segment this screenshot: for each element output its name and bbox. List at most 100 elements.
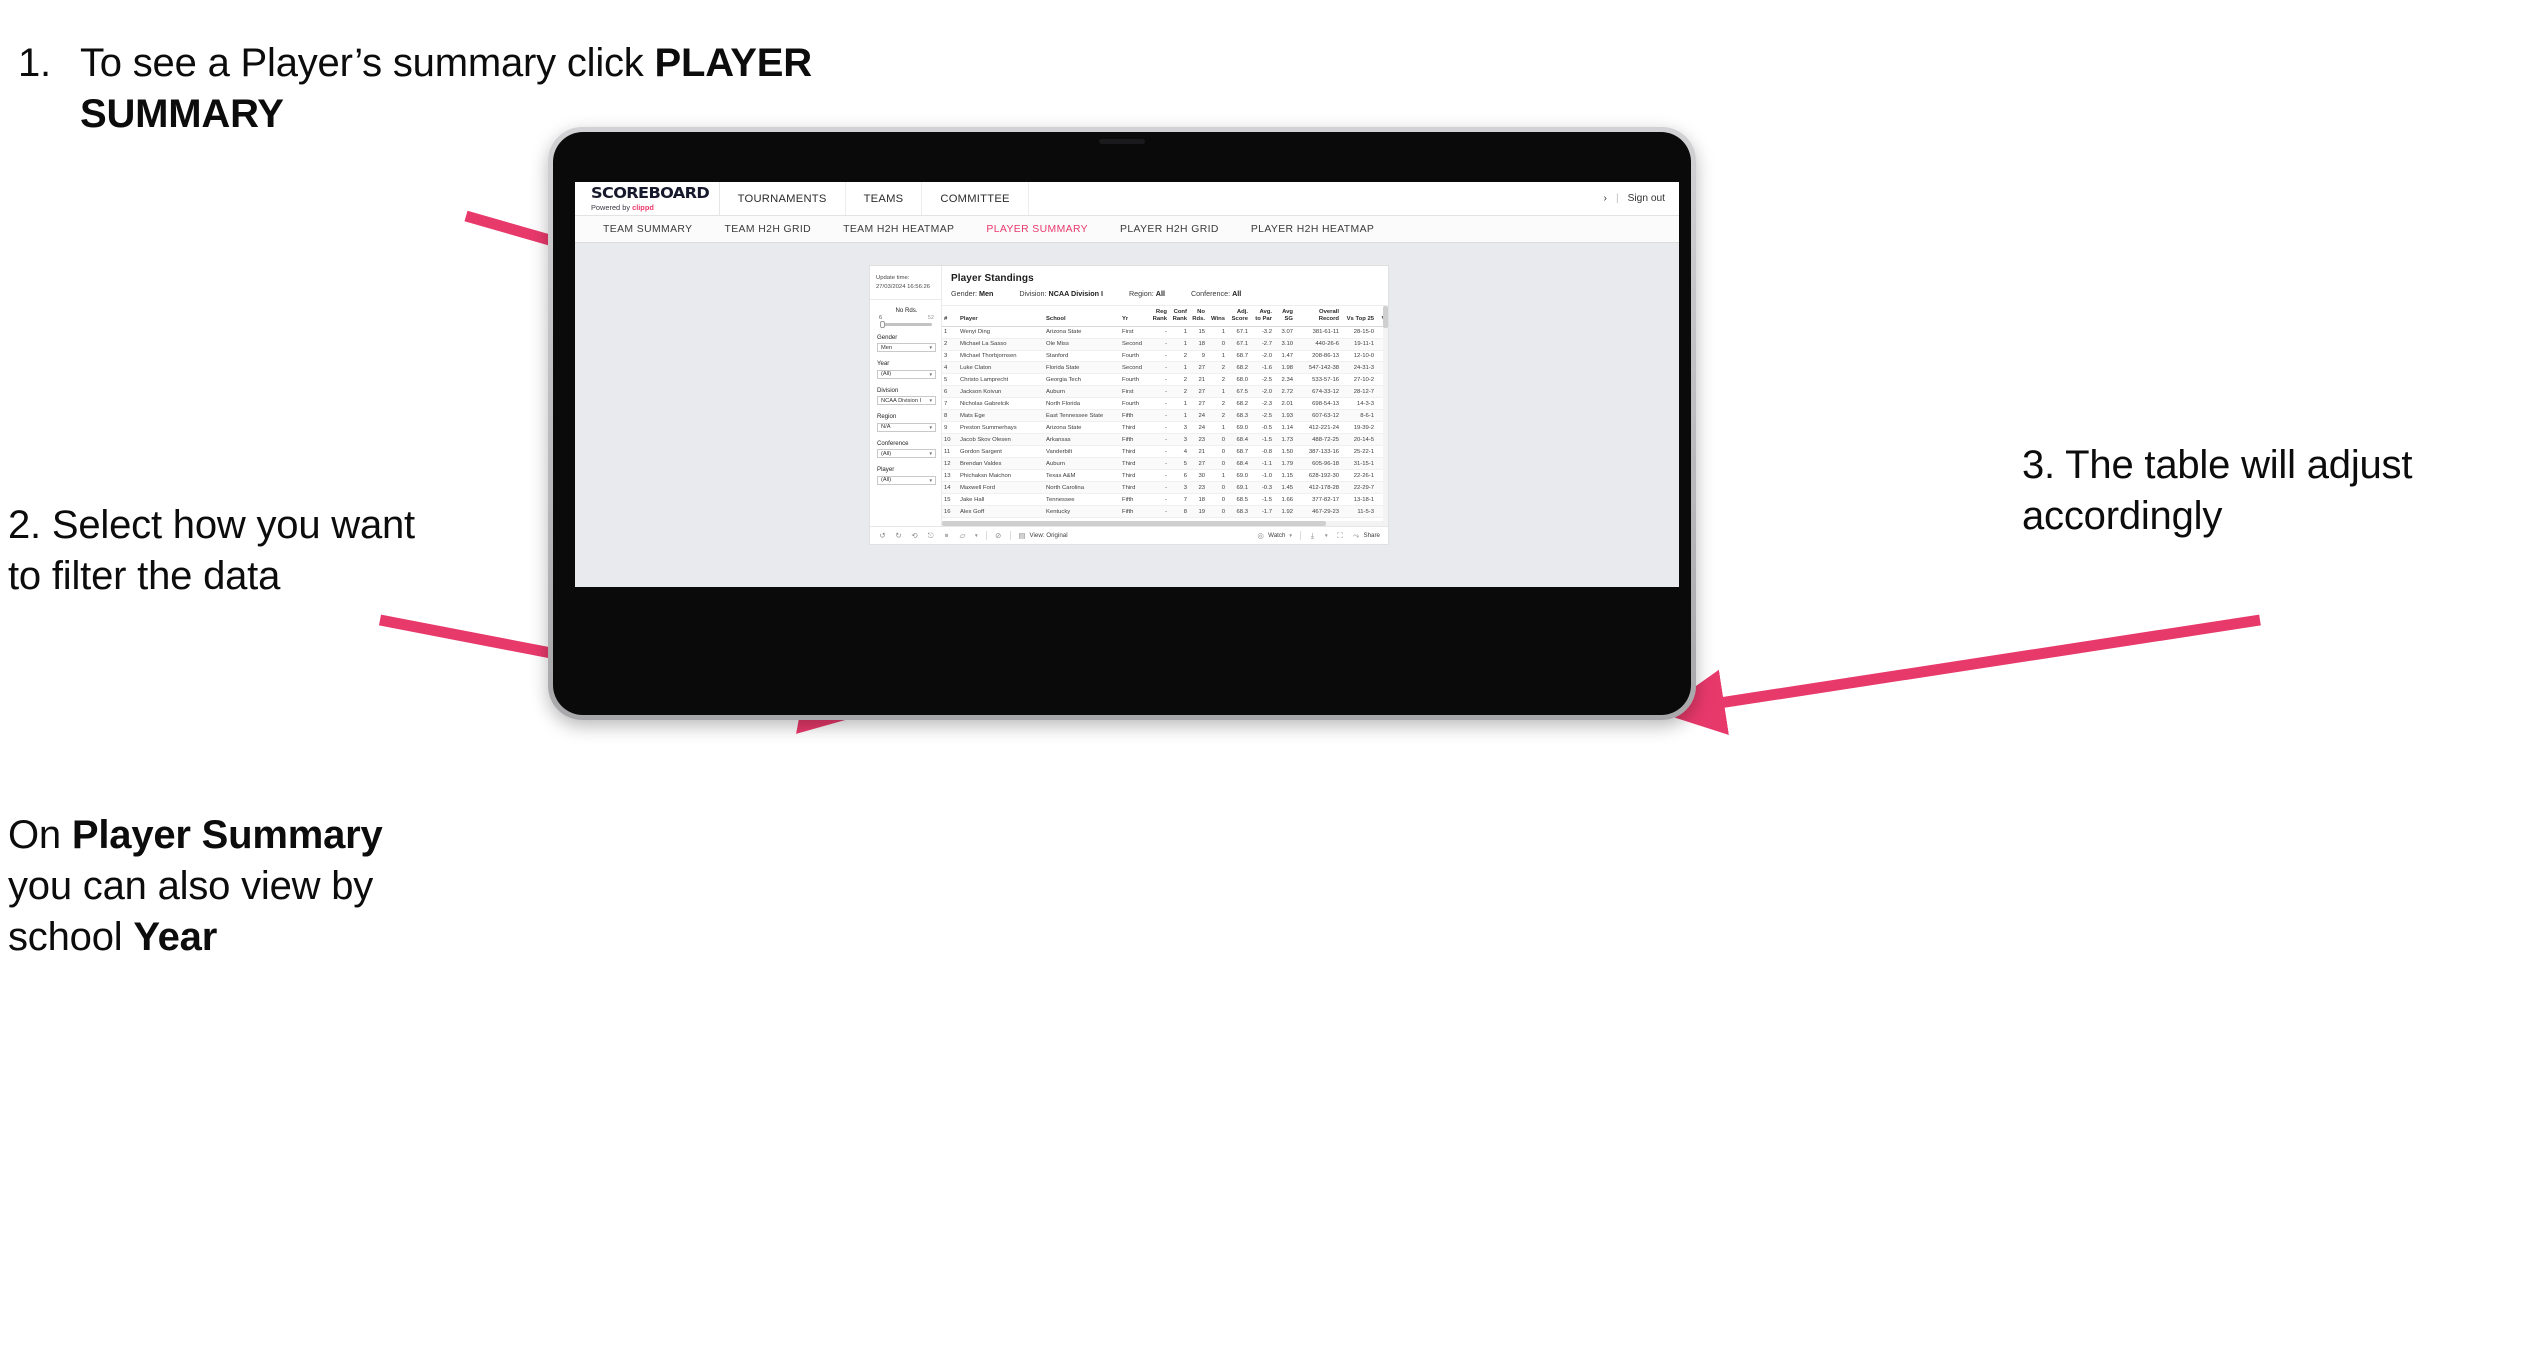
filter-player-select[interactable]: (All) ▼ (877, 475, 936, 485)
column-header-adj-score[interactable]: Adj. Score (1227, 306, 1250, 327)
column-header-yr[interactable]: Yr (1120, 306, 1150, 327)
table-row[interactable]: 11 Gordon Sargent Vanderbilt Third -4 21 0 68.7… (942, 445, 1388, 459)
cell-conf-rank: 1 (1169, 326, 1189, 339)
vertical-scrollbar-thumb[interactable] (1383, 306, 1388, 328)
cell-conf-rank: 4 (1169, 445, 1189, 459)
cell-conf-rank: 3 (1169, 421, 1189, 435)
cell-vs-top-25: 24-31-3 (1341, 361, 1376, 375)
user-menu-truncated[interactable]: › (1604, 193, 1607, 204)
cell-player: Jackson Koivun (958, 385, 1044, 399)
column-header-school[interactable]: School (1044, 306, 1120, 327)
filter-gender-select[interactable]: Men ▼ (877, 343, 936, 353)
table-row[interactable]: 12 Brendan Valdes Auburn Third -5 27 0 68.4 -1.1… (942, 457, 1388, 471)
filter-region: Region N/A ▼ (877, 413, 936, 432)
filter-gender-value: Men (881, 344, 893, 351)
column-header-overall-record[interactable]: Overall Record (1295, 306, 1341, 327)
watch-button[interactable]: ◎ Watch ▼ (1256, 531, 1293, 540)
column-header-no-rds[interactable]: No Rds. (1189, 306, 1207, 327)
subnav-item-team-h2h-heatmap[interactable]: TEAM H2H HEATMAP (827, 224, 970, 235)
table-row[interactable]: 13 Phichaksn Maichon Texas A&M Third -6 30 1 69… (942, 469, 1388, 483)
cell-vs-top-25: 25-22-1 (1341, 445, 1376, 459)
table-row[interactable]: 6 Jackson Koivun Auburn First -2 27 1 67.5 -2.0 2… (942, 385, 1388, 399)
table-row[interactable]: 8 Mats Ege East Tennessee State Fifth -1 24 2 6… (942, 409, 1388, 423)
callout-step-1: 1. To see a Player’s summary click PLAYE… (18, 38, 818, 140)
reset-icon[interactable]: ⊘ (994, 531, 1003, 540)
cell-conf-rank: 7 (1169, 493, 1189, 507)
table-row[interactable]: 2 Michael La Sasso Ole Miss Second -1 18 0 67.1… (942, 338, 1388, 351)
topnav-item-committee[interactable]: COMMITTEE (922, 182, 1029, 215)
horizontal-scrollbar[interactable] (942, 521, 1388, 526)
fullscreen-icon[interactable]: ⛶ (1335, 531, 1344, 540)
cell-avg-to-par: -0.5 (1250, 421, 1274, 435)
topnav-item-teams[interactable]: TEAMS (846, 182, 923, 215)
cell-adj-score: 68.2 (1227, 397, 1250, 411)
cell-player: Michael La Sasso (958, 338, 1044, 351)
sign-out-link[interactable]: Sign out (1628, 193, 1665, 204)
refresh-icon[interactable]: ⎋ (926, 531, 935, 540)
subnav-item-player-h2h-heatmap[interactable]: PLAYER H2H HEATMAP (1235, 224, 1390, 235)
undo-icon[interactable]: ↺ (878, 531, 887, 540)
cell-avg-sg: 1.93 (1274, 409, 1295, 423)
table-row[interactable]: 7 Nicholas Gabrelcik North Florida Fourth -1… (942, 397, 1388, 411)
column-header-player[interactable]: Player (958, 306, 1044, 327)
column-header-conf-rank[interactable]: Conf Rank (1169, 306, 1189, 327)
column-header-vs-top-25[interactable]: Vs Top 25 (1341, 306, 1376, 327)
custom-views-icon[interactable]: ▱ (958, 531, 967, 540)
column-header-[interactable]: # (942, 306, 958, 327)
table-row[interactable]: 9 Preston Summerhays Arizona State Third -3 2… (942, 421, 1388, 435)
cell-conf-rank: 2 (1169, 350, 1189, 363)
filter-conference-select[interactable]: (All) ▼ (877, 449, 936, 459)
table-row[interactable]: 16 Alex Goff Kentucky Fifth -8 19 0 68.3 -1.7 1.9… (942, 505, 1388, 519)
viz-body: Update time: 27/03/2024 16:56:26 No Rds.… (870, 266, 1388, 526)
table-row[interactable]: 4 Luke Claton Florida State Second -1 27 2 68.2… (942, 361, 1388, 375)
cell-wins: 0 (1207, 433, 1227, 447)
table-row[interactable]: 10 Jacob Skov Olesen Arkansas Fifth -3 23 0 68.… (942, 433, 1388, 447)
column-header-wins[interactable]: Wins (1207, 306, 1227, 327)
cell-no-rds: 9 (1189, 350, 1207, 363)
filter-year-select[interactable]: (All) ▼ (877, 369, 936, 379)
download-icon[interactable]: ⤓ (1308, 531, 1317, 540)
chevron-down-icon[interactable]: ▼ (974, 533, 979, 538)
cell-school: Stanford (1044, 350, 1120, 363)
filter-year-value: (All) (881, 371, 892, 378)
cell-avg-to-par: -3.2 (1250, 326, 1274, 339)
filter-year-label: Year (877, 360, 890, 368)
table-row[interactable]: 3 Michael Thorbjornsen Stanford Fourth -2 9 1 6… (942, 350, 1388, 363)
column-header-avg-sg[interactable]: Avg SG (1274, 306, 1295, 327)
cell-reg-rank: - (1150, 409, 1169, 423)
filter-region-select[interactable]: N/A ▼ (877, 422, 936, 432)
horizontal-scrollbar-thumb[interactable] (942, 521, 1326, 526)
share-button[interactable]: ⤳ Share (1351, 531, 1380, 540)
subnav-item-player-h2h-grid[interactable]: PLAYER H2H GRID (1104, 224, 1235, 235)
subnav-item-team-h2h-grid[interactable]: TEAM H2H GRID (708, 224, 827, 235)
table-scroll-region[interactable]: # Player School Yr Reg Rank Conf Rank No Rds. Wins… (942, 306, 1388, 521)
topnav-item-tournaments[interactable]: TOURNAMENTS (720, 182, 846, 215)
brand-logo[interactable]: SCOREBOARD Powered by clippd (575, 182, 720, 215)
table-row[interactable]: 15 Jake Hall Tennessee Fifth -7 18 0 68.5 -1.5 1.… (942, 493, 1388, 507)
revert-icon[interactable]: ⟲ (910, 531, 919, 540)
cell-: 11 (942, 445, 958, 459)
tablet-device: SCOREBOARD Powered by clippd TOURNAMENTS… (548, 127, 1696, 720)
callout-step-2: 2. Select how you want to filter the dat… (8, 500, 428, 602)
table-row[interactable]: 5 Christo Lamprecht Georgia Tech Fourth -2 21… (942, 373, 1388, 387)
column-header-avg-to-par[interactable]: Avg. to Par (1250, 306, 1274, 327)
filter-division-select[interactable]: NCAA Division I ▼ (877, 396, 936, 406)
cell-adj-score: 68.3 (1227, 409, 1250, 423)
cell-adj-score: 68.7 (1227, 445, 1250, 459)
cell-overall-record: 607-63-12 (1295, 409, 1341, 423)
subnav-item-team-summary[interactable]: TEAM SUMMARY (587, 224, 708, 235)
view-original-button[interactable]: ▤ View: Original (1018, 531, 1068, 540)
filter-no-rounds[interactable]: No Rds. 6 52 (877, 307, 936, 329)
table-row[interactable]: 14 Maxwell Ford North Carolina Third -3 23 0 69… (942, 481, 1388, 495)
slider-thumb[interactable] (880, 320, 885, 329)
redo-icon[interactable]: ↻ (894, 531, 903, 540)
slider-track[interactable] (880, 320, 932, 329)
vertical-scrollbar[interactable] (1383, 306, 1388, 521)
cell-reg-rank: - (1150, 433, 1169, 447)
chevron-down-icon[interactable]: ▼ (1324, 533, 1329, 538)
column-header-reg-rank[interactable]: Reg Rank (1150, 306, 1169, 327)
pause-icon[interactable]: ⏸ (942, 531, 951, 540)
cell-player: Gordon Sargent (958, 445, 1044, 459)
table-row[interactable]: 1 Wenyi Ding Arizona State First -1 15 1 67.1 -3… (942, 326, 1388, 339)
subnav-item-player-summary[interactable]: PLAYER SUMMARY (970, 224, 1104, 235)
